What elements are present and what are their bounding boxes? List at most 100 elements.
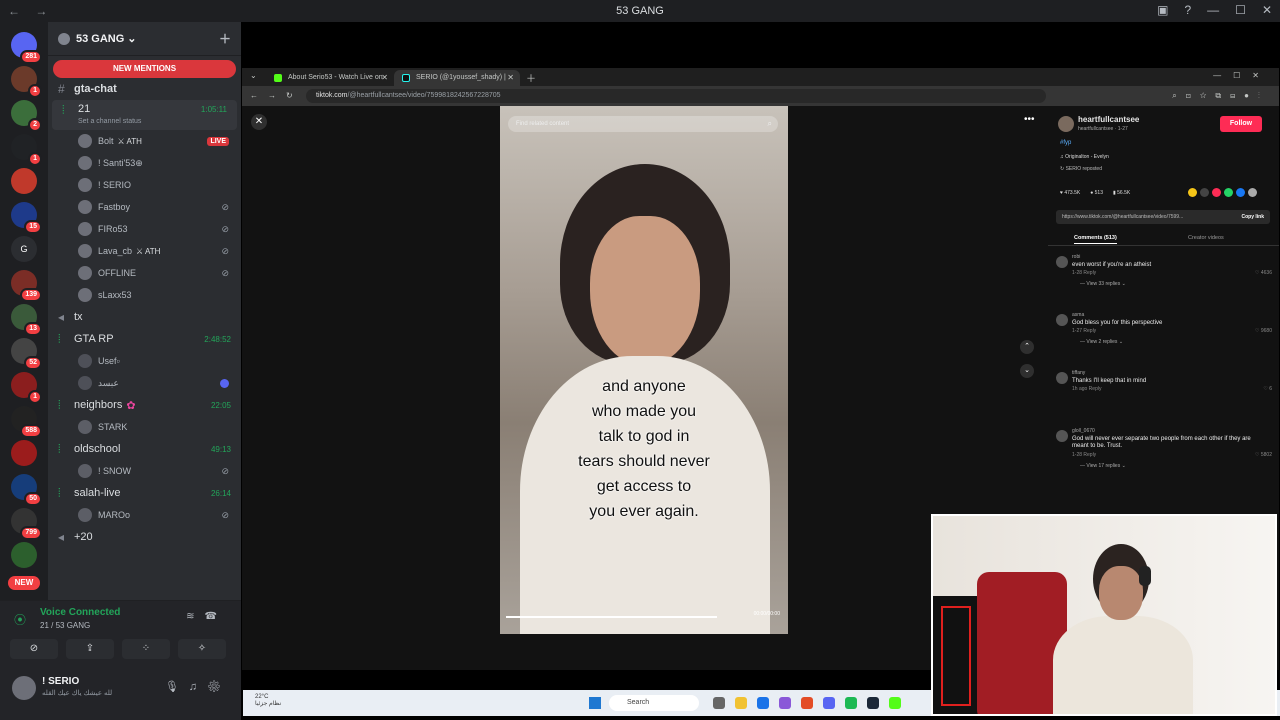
new-tab-icon[interactable]: ＋ [526, 70, 536, 85]
comment-meta[interactable]: 1-27 Reply [1072, 328, 1096, 334]
add-user-icon[interactable]: ＋ [219, 30, 231, 47]
voice-user[interactable]: عبسد [48, 372, 241, 394]
voice-user[interactable]: Fastboy ⊘ [48, 196, 241, 218]
view-replies-link[interactable]: — View 33 replies ⌄ [1080, 281, 1126, 287]
voice-user[interactable]: Usef▫ [48, 350, 241, 372]
server-icon[interactable]: 799 [11, 508, 42, 540]
server-icon[interactable] [11, 440, 37, 466]
server-icon[interactable]: 15 [11, 202, 42, 234]
server-icon[interactable]: 52 [11, 338, 42, 370]
signal-icon[interactable]: ⦿ [14, 611, 26, 628]
avatar[interactable] [1056, 372, 1068, 384]
voice-user[interactable]: FIRo53 ⊘ [48, 218, 241, 240]
server-icon[interactable]: 588 [11, 406, 42, 438]
tab-comments[interactable]: Comments (513) [1074, 235, 1117, 244]
tab-creator-videos[interactable]: Creator videos [1188, 235, 1224, 241]
voice-extra-controls[interactable]: ≋☎ [186, 611, 227, 622]
creator-name[interactable]: heartfullcantsee [1078, 115, 1139, 124]
inbox-icon[interactable]: ▣ [1157, 3, 1168, 17]
video-link-field[interactable]: https://www.tiktok.com/@heartfullcantsee… [1056, 210, 1270, 224]
view-replies-link[interactable]: — View 2 replies ⌄ [1080, 339, 1123, 345]
like-count[interactable]: ♥ 473.5K [1060, 190, 1080, 196]
video-player[interactable]: Find related content ⌕ and anyone who mad… [500, 106, 788, 634]
voice-user[interactable]: ! SERIO [48, 174, 241, 196]
url-input[interactable]: tiktok.com/@heartfullcantsee/video/75998… [306, 89, 1046, 103]
voice-status[interactable]: Voice Connected [40, 607, 120, 618]
close-tab-icon[interactable]: ✕ [507, 70, 514, 86]
close-icon[interactable]: ✕ [251, 114, 267, 130]
browser-window-controls[interactable]: —☐✕ [1213, 71, 1271, 80]
voice-user[interactable]: sLaxx53 [48, 284, 241, 306]
server-icon[interactable]: 2 [11, 100, 42, 132]
server-icon[interactable]: 1 [11, 372, 42, 404]
extension-icons[interactable]: ⌕⊡☆⧉⊟●⋮ [1172, 91, 1269, 101]
avatar[interactable] [1056, 430, 1068, 442]
share-icons[interactable] [1188, 188, 1257, 197]
tab-kick[interactable]: About Serio53 - Watch Live on ✕ [266, 70, 394, 86]
chevron-down-icon[interactable]: ⌄ [1020, 364, 1034, 378]
user-controls[interactable]: 🎙♫⚙ [165, 680, 231, 693]
taskbar-search[interactable]: Search [609, 695, 699, 711]
username[interactable]: ! SERIO [42, 676, 79, 687]
server-icon[interactable]: G [11, 236, 37, 262]
maximize-icon[interactable]: ☐ [1235, 3, 1246, 17]
server-icon[interactable]: 281 [11, 32, 42, 64]
window-controls[interactable]: ▣ ? — ☐ ✕ [1157, 3, 1272, 17]
server-icon[interactable]: 1 [11, 134, 42, 166]
server-icon[interactable] [11, 542, 37, 568]
windows-start-icon[interactable] [589, 697, 601, 709]
comment-meta[interactable]: 1h ago Reply [1072, 386, 1101, 392]
minimize-icon[interactable]: — [1207, 3, 1219, 17]
avatar[interactable] [12, 676, 36, 700]
voice-user[interactable]: OFFLINE ⊘ [48, 262, 241, 284]
copy-link-button[interactable]: Copy link [1241, 210, 1264, 224]
voice-user[interactable]: ! Santi'53⊕ [48, 152, 241, 174]
channel-gta-chat[interactable]: # gta-chat [48, 78, 241, 100]
channel-status[interactable]: Set a channel status [78, 118, 141, 125]
comment-meta[interactable]: 1-28 Reply [1072, 270, 1096, 276]
comment-likes[interactable]: ♡ 6 [1263, 386, 1272, 392]
voice-channel-oldschool[interactable]: ⦙ oldschool 49:13 [48, 438, 241, 460]
avatar[interactable] [1056, 314, 1068, 326]
comment-likes[interactable]: ♡ 5802 [1255, 452, 1272, 458]
tab-list-icon[interactable]: ⌄ [250, 71, 257, 80]
comment-likes[interactable]: ♡ 9680 [1255, 328, 1272, 334]
server-icon[interactable]: 50 [11, 474, 42, 506]
tab-tiktok[interactable]: SERIO (@1youssef_shady) | ✕ [394, 70, 520, 86]
effects-button[interactable]: ✧ [178, 639, 226, 659]
save-count[interactable]: ▮ 56.5K [1113, 190, 1130, 196]
guild-header[interactable]: 53 GANG ⌄ ＋ [48, 22, 241, 56]
comment-user[interactable]: tiffany [1072, 370, 1085, 376]
close-icon[interactable]: ✕ [1262, 3, 1272, 17]
help-icon[interactable]: ? [1184, 3, 1191, 17]
more-channels[interactable]: ◂ +20 [48, 526, 241, 548]
comment-user[interactable]: asma [1072, 312, 1084, 318]
chevron-up-icon[interactable]: ⌃ [1020, 340, 1034, 354]
voice-user[interactable]: Lava_cb ⚔ ATH ⊘ [48, 240, 241, 262]
comment-count[interactable]: ● 513 [1090, 190, 1103, 196]
server-icon[interactable]: 1 [11, 66, 42, 98]
music-link[interactable]: ♫ Originalton - Evelyn [1060, 154, 1109, 160]
voice-user[interactable]: Bolt ⚔ ATH LIVE [48, 130, 241, 152]
voice-channel-gta-rp[interactable]: ⦙ GTA RP 2:48:52 [48, 328, 241, 350]
hashtag-link[interactable]: #fyp [1060, 140, 1071, 146]
search-input[interactable]: Find related content ⌕ [508, 116, 778, 132]
voice-user[interactable]: MAROo ⊘ [48, 504, 241, 526]
view-replies-link[interactable]: — View 17 replies ⌄ [1080, 463, 1126, 469]
server-icon[interactable]: 13 [11, 304, 42, 336]
creator-avatar[interactable] [1058, 116, 1074, 132]
video-off-button[interactable]: ⊘ [10, 639, 58, 659]
activities-button[interactable]: ⁘ [122, 639, 170, 659]
comment-user[interactable]: gloll_0670 [1072, 428, 1095, 434]
nav-buttons[interactable]: ←→↻ [250, 91, 303, 100]
comment-likes[interactable]: ♡ 4636 [1255, 270, 1272, 276]
close-tab-icon[interactable]: ✕ [381, 70, 388, 86]
weather-widget[interactable]: 22°C نظام جزئيا [255, 694, 281, 707]
voice-user[interactable]: ! SNOW ⊘ [48, 460, 241, 482]
screen-share-button[interactable]: ⇪ [66, 639, 114, 659]
comment-user[interactable]: robi [1072, 254, 1080, 260]
voice-channel-sub[interactable]: 21 / 53 GANG [40, 621, 90, 630]
search-icon[interactable]: ⌕ [768, 116, 772, 132]
voice-channel-salah-live[interactable]: ⦙ salah-live 26:14 [48, 482, 241, 504]
comment-meta[interactable]: 1-28 Reply [1072, 452, 1096, 458]
